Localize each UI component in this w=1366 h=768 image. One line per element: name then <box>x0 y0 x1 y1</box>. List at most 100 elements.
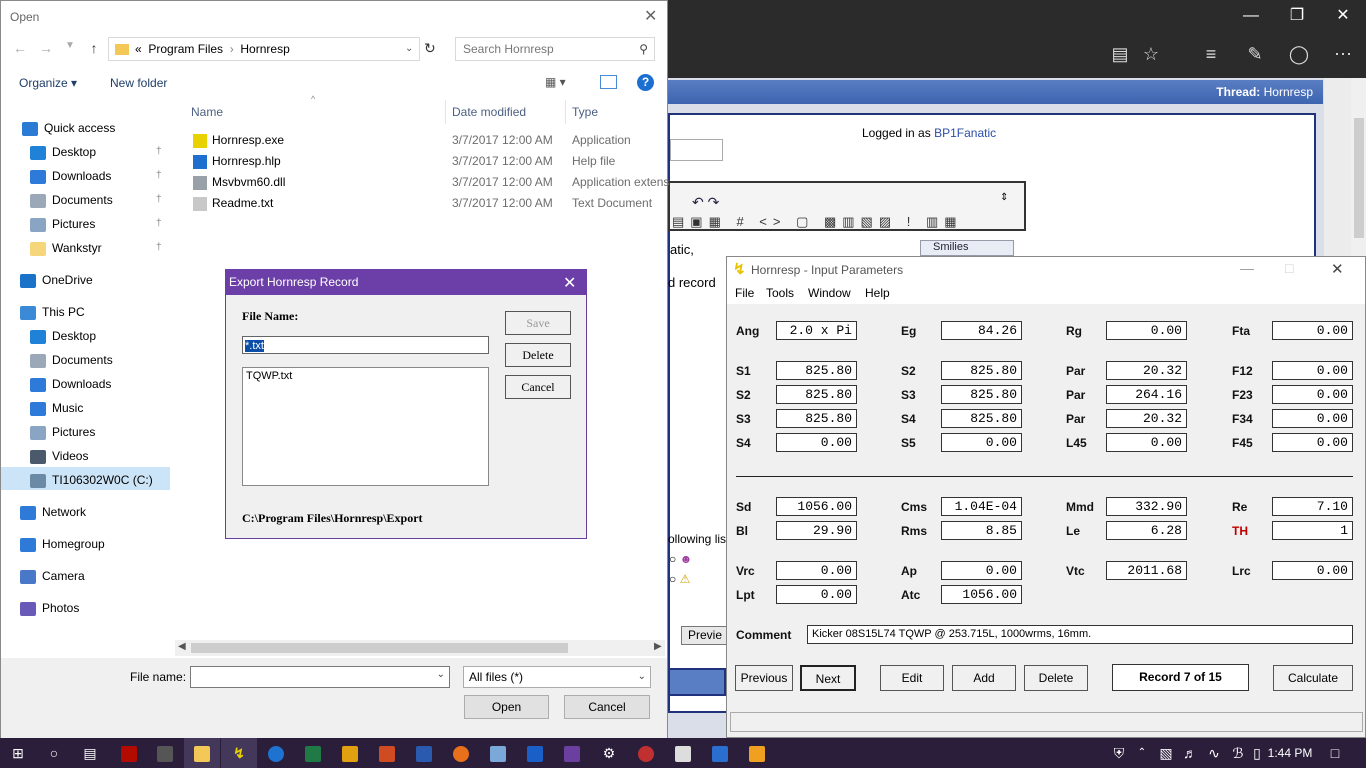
sidebar-item-videos[interactable]: Videos <box>30 445 88 467</box>
restore-icon[interactable]: ❐ <box>1274 0 1320 32</box>
param-value-f45[interactable]: 0.00 <box>1272 433 1353 452</box>
forum-search-input[interactable] <box>670 139 723 161</box>
export-file-list[interactable]: TQWP.txt <box>242 367 489 486</box>
param-value-vtc[interactable]: 2011.68 <box>1106 561 1187 580</box>
param-value-bl[interactable]: 29.90 <box>776 521 857 540</box>
calculator-icon[interactable] <box>147 738 183 768</box>
editor-buttons[interactable]: ▤▣▦ # <> ▢ ▩▥▧▨ ! ▥▦ <box>672 214 992 234</box>
param-value-re[interactable]: 7.10 <box>1272 497 1353 516</box>
param-value-le[interactable]: 6.28 <box>1106 521 1187 540</box>
sidebar-item-pictures[interactable]: Pictures <box>30 213 95 235</box>
warning-radio[interactable]: ○ ⚠ <box>669 572 690 586</box>
column-separator[interactable] <box>445 100 446 124</box>
param-value-s1[interactable]: 825.80 <box>776 361 857 380</box>
volume-icon[interactable]: ♬ <box>1178 738 1202 768</box>
param-value-rms[interactable]: 8.85 <box>941 521 1022 540</box>
forward-icon[interactable]: → <box>36 40 56 56</box>
delete-button[interactable]: Delete <box>1024 665 1088 691</box>
start-icon[interactable]: ⊞ <box>0 738 36 768</box>
excel-icon[interactable] <box>295 738 331 768</box>
chevron-down-icon[interactable]: ⌄ <box>437 669 445 680</box>
new-folder-button[interactable]: New folder <box>110 76 167 90</box>
menu-tools[interactable]: Tools <box>766 286 794 300</box>
file-type-select[interactable]: All files (*) ⌄ <box>463 666 651 688</box>
param-value-s4[interactable]: 0.00 <box>776 433 857 452</box>
sidebar-item-documents[interactable]: Documents <box>30 349 113 371</box>
comment-field[interactable]: Kicker 08S15L74 TQWP @ 253.715L, 1000wrm… <box>807 625 1353 644</box>
sidebar-item-homegroup[interactable]: Homegroup <box>20 533 105 555</box>
param-value-atc[interactable]: 1056.00 <box>941 585 1022 604</box>
horizontal-scrollbar[interactable] <box>175 640 665 656</box>
cortana-icon[interactable]: ○ <box>36 738 72 768</box>
export-delete-button[interactable]: Delete <box>505 343 571 367</box>
smiley-radio-1[interactable]: ○ ☻ <box>669 552 692 566</box>
sidebar-item-wankstyr[interactable]: Wankstyr <box>30 237 102 259</box>
param-value-s2[interactable]: 825.80 <box>776 385 857 404</box>
scroll-right-icon[interactable]: ▶ <box>654 641 662 652</box>
param-value-par[interactable]: 20.32 <box>1106 409 1187 428</box>
export-cancel-button[interactable]: Cancel <box>505 375 571 399</box>
param-value-s3[interactable]: 825.80 <box>941 385 1022 404</box>
param-value-s5[interactable]: 0.00 <box>941 433 1022 452</box>
reading-view-icon[interactable]: ▤ <box>1105 40 1135 68</box>
web-note-icon[interactable]: ✎ <box>1240 40 1270 68</box>
search-input[interactable]: Search Hornresp ⚲ <box>455 37 655 61</box>
menu-file[interactable]: File <box>735 286 754 300</box>
app-icon[interactable] <box>332 738 368 768</box>
app-icon[interactable] <box>517 738 553 768</box>
wifi-icon[interactable]: ∿ <box>1202 738 1226 768</box>
preview-button[interactable]: Previe <box>681 626 727 645</box>
param-value-s4[interactable]: 825.80 <box>941 409 1022 428</box>
chevron-down-icon[interactable]: ⌄ <box>405 38 413 60</box>
param-value-l45[interactable]: 0.00 <box>1106 433 1187 452</box>
param-value-f23[interactable]: 0.00 <box>1272 385 1353 404</box>
param-value-fta[interactable]: 0.00 <box>1272 321 1353 340</box>
file-name[interactable]: Hornresp.exe <box>212 133 284 147</box>
word-icon[interactable] <box>406 738 442 768</box>
previous-button[interactable]: Previous <box>735 665 793 691</box>
next-button[interactable]: Next <box>800 665 856 691</box>
recent-dropdown-icon[interactable]: ▼ <box>60 40 80 51</box>
add-button[interactable]: Add <box>952 665 1016 691</box>
export-save-button[interactable]: Save <box>505 311 571 335</box>
sidebar-item-camera[interactable]: Camera <box>20 565 85 587</box>
list-item[interactable]: TQWP.txt <box>246 370 485 382</box>
media-icon[interactable] <box>739 738 775 768</box>
param-value-eg[interactable]: 84.26 <box>941 321 1022 340</box>
param-value-lpt[interactable]: 0.00 <box>776 585 857 604</box>
app-icon[interactable] <box>628 738 664 768</box>
preview-pane-icon[interactable] <box>600 75 617 89</box>
param-value-ap[interactable]: 0.00 <box>941 561 1022 580</box>
address-bar[interactable]: « Program Files › Hornresp ⌄ <box>108 37 420 61</box>
param-value-par[interactable]: 20.32 <box>1106 361 1187 380</box>
sidebar-item-music[interactable]: Music <box>30 397 83 419</box>
network-icon[interactable]: ▧ <box>1154 738 1178 768</box>
view-options-icon[interactable]: ▦ ▾ <box>545 75 566 89</box>
task-view-icon[interactable]: ▤ <box>72 738 108 768</box>
param-value-sd[interactable]: 1056.00 <box>776 497 857 516</box>
file-name[interactable]: Readme.txt <box>212 196 273 210</box>
param-value-f12[interactable]: 0.00 <box>1272 361 1353 380</box>
open-close-icon[interactable]: ✕ <box>644 6 657 26</box>
undo-redo-icon[interactable]: ↶ ↷ <box>692 194 719 211</box>
paint-icon[interactable] <box>480 738 516 768</box>
notifications-icon[interactable]: □ <box>1320 738 1350 768</box>
column-name[interactable]: Name <box>191 105 223 119</box>
more-icon[interactable]: ⋯ <box>1328 40 1358 68</box>
open-button[interactable]: Open <box>464 695 549 719</box>
username-link[interactable]: BP1Fanatic <box>934 126 996 140</box>
param-value-s2[interactable]: 825.80 <box>941 361 1022 380</box>
breadcrumb-prefix[interactable]: « <box>135 42 142 56</box>
param-value-s3[interactable]: 825.80 <box>776 409 857 428</box>
hub-icon[interactable]: ≡ <box>1196 40 1226 68</box>
minimize-icon[interactable]: — <box>1228 0 1274 32</box>
cancel-button[interactable]: Cancel <box>564 695 650 719</box>
file-name[interactable]: Msvbvm60.dll <box>212 175 285 189</box>
edge-icon[interactable] <box>258 738 294 768</box>
breadcrumb-program-files[interactable]: Program Files <box>148 42 223 56</box>
param-value-par[interactable]: 264.16 <box>1106 385 1187 404</box>
file-explorer-icon[interactable] <box>184 738 220 768</box>
export-close-icon[interactable]: ✕ <box>563 273 576 293</box>
refresh-icon[interactable]: ↻ <box>424 40 436 57</box>
bluetooth-icon[interactable]: ℬ <box>1226 738 1250 768</box>
